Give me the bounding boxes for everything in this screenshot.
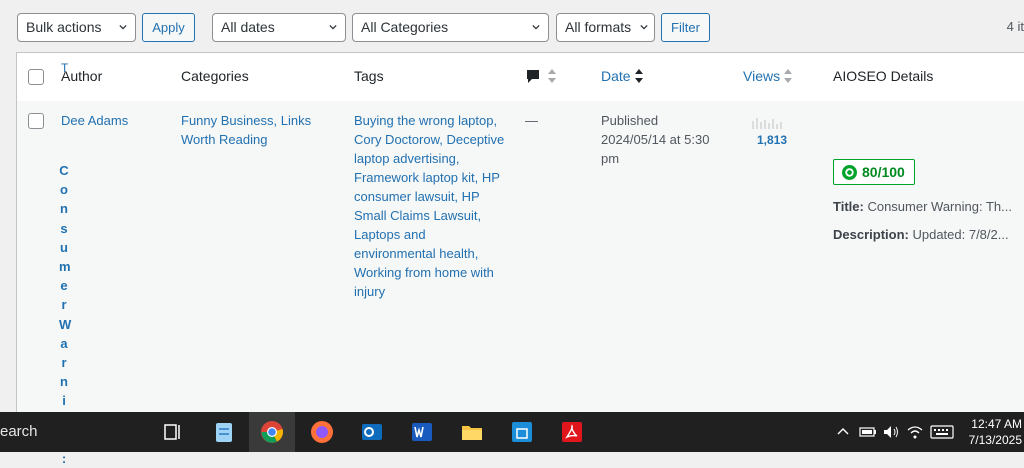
volume-icon[interactable] [882, 424, 900, 440]
taskbar-search[interactable]: earch [0, 423, 38, 440]
views-column-header[interactable]: Views [743, 68, 780, 84]
publish-status: Published [601, 113, 659, 128]
chevron-up-icon[interactable] [837, 426, 849, 438]
publish-date: 2024/05/14 at 5:30 pm [601, 132, 710, 166]
outlook-icon[interactable] [360, 420, 384, 444]
title-char: C [59, 163, 69, 178]
acrobat-icon[interactable] [560, 420, 584, 444]
seo-score-badge[interactable]: 80/100 [833, 159, 915, 185]
title-char: e [60, 278, 68, 294]
table-header: T Author Categories Tags Date Views AIOS… [17, 53, 1024, 102]
chevron-down-icon [119, 24, 127, 30]
formats-select[interactable]: All formats [556, 13, 655, 42]
keyboard-icon[interactable] [930, 425, 954, 439]
clock[interactable]: 12:47 AM 7/13/2025 [962, 416, 1022, 448]
sort-desc-icon[interactable] [634, 68, 644, 84]
seo-desc-label: Description: [833, 227, 909, 242]
tags-column-header: Tags [354, 68, 384, 84]
categories-label: All Categories [361, 19, 449, 35]
title-char: n [60, 201, 68, 217]
title-char: o [60, 182, 68, 198]
categories-column-header: Categories [181, 68, 249, 84]
author-column-header: Author [61, 68, 103, 84]
title-char: W [59, 316, 72, 332]
battery-icon[interactable] [858, 425, 878, 439]
title-char: n [60, 374, 68, 390]
chrome-icon[interactable] [260, 420, 284, 444]
chevron-down-icon [532, 24, 540, 30]
title-char: a [60, 335, 68, 351]
row-checkbox[interactable] [28, 113, 44, 129]
seo-title-value: Consumer Warning: Th... [867, 199, 1012, 214]
taskbar: earch 12:47 AM 7/13/2025 [0, 412, 1024, 452]
task-view-icon[interactable] [163, 422, 183, 442]
file-explorer-icon[interactable] [460, 420, 484, 444]
views-sparkline-icon [752, 118, 782, 129]
wifi-icon[interactable] [906, 424, 924, 440]
comment-count: — [525, 113, 538, 128]
title-char: u [60, 239, 68, 255]
categories-select[interactable]: All Categories [352, 13, 549, 42]
author-link[interactable]: Dee Adams [61, 111, 128, 130]
seo-title-label: Title: [833, 199, 864, 214]
posts-table: T Author Categories Tags Date Views AIOS… [16, 52, 1024, 466]
categories-links[interactable]: Funny Business, Links Worth Reading [181, 111, 321, 149]
title-char: i [62, 393, 66, 409]
firefox-icon[interactable] [310, 420, 334, 444]
filter-bar: Bulk actions Apply All dates All Categor… [0, 0, 1024, 52]
notepad-icon[interactable] [212, 420, 236, 444]
title-char: r [61, 297, 67, 313]
chevron-down-icon [329, 24, 337, 30]
comment-icon[interactable] [525, 68, 541, 84]
dates-label: All dates [221, 19, 275, 35]
filter-button[interactable]: Filter [661, 13, 710, 42]
select-all-checkbox[interactable] [28, 69, 44, 85]
apply-button[interactable]: Apply [142, 13, 195, 42]
formats-label: All formats [565, 19, 632, 35]
chevron-down-icon [640, 24, 648, 30]
dates-select[interactable]: All dates [212, 13, 346, 42]
seo-desc-value: Updated: 7/8/2... [912, 227, 1009, 242]
views-count[interactable]: 1,813 [757, 131, 787, 150]
sort-icon[interactable] [547, 68, 557, 84]
tags-links[interactable]: Buying the wrong laptop, Cory Doctorow, … [354, 111, 509, 301]
items-count: 4 it [1006, 19, 1024, 34]
seo-description: Description: Updated: 7/8/2... [833, 225, 1009, 244]
date-column-header[interactable]: Date [601, 68, 631, 84]
seo-score-value: 80/100 [862, 164, 905, 180]
clock-time: 12:47 AM [971, 417, 1022, 431]
word-icon[interactable] [410, 420, 434, 444]
aioseo-column-header: AIOSEO Details [833, 68, 934, 84]
bulk-actions-label: Bulk actions [26, 19, 102, 35]
clock-date: 7/13/2025 [968, 433, 1022, 447]
title-char: r [61, 355, 67, 371]
table-row: C o n s u m e r W a r n i n g : Dee Adam… [17, 101, 1024, 466]
seo-title: Title: Consumer Warning: Th... [833, 197, 1012, 216]
title-char: m [59, 259, 71, 275]
sort-icon[interactable] [783, 68, 793, 84]
bulk-actions-select[interactable]: Bulk actions [17, 13, 136, 42]
store-icon[interactable] [510, 420, 534, 444]
title-char: s [60, 220, 68, 236]
seo-check-icon [842, 165, 857, 180]
